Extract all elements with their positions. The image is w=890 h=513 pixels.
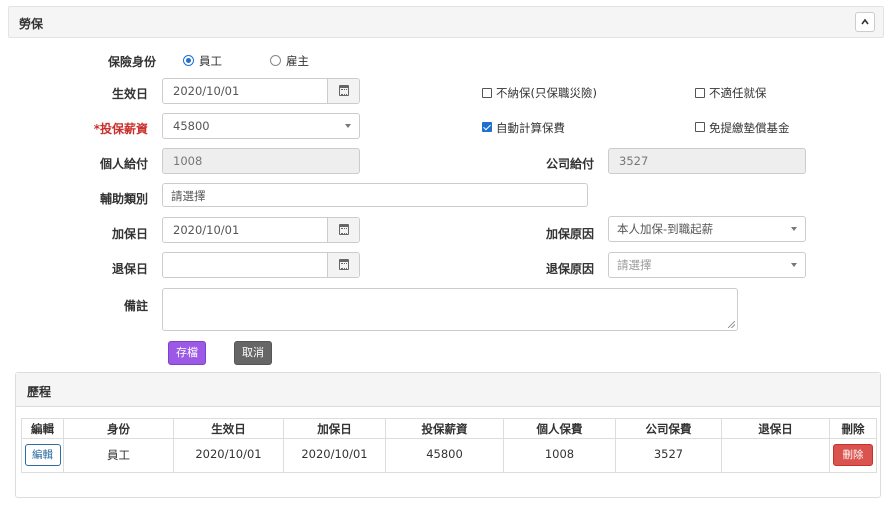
- calendar-icon: [339, 259, 349, 270]
- cancel-button[interactable]: 取消: [234, 341, 272, 365]
- history-title: 歷程: [27, 385, 52, 399]
- column-header: 編輯: [21, 418, 64, 439]
- column-header: 刪除: [829, 418, 877, 439]
- cell-identity: 員工: [63, 438, 174, 473]
- subsidy-select[interactable]: 請選擇: [162, 183, 588, 207]
- delete-button[interactable]: 刪除: [833, 444, 873, 466]
- cell-personal-premium: 1008: [503, 438, 616, 473]
- enroll-reason-label: 加保原因: [545, 227, 594, 241]
- effective-date-input[interactable]: 2020/10/01: [162, 78, 360, 104]
- calendar-button[interactable]: [327, 218, 359, 242]
- not-employment-checkbox[interactable]: [695, 88, 705, 98]
- auto-calc-label: 自動計算保費: [496, 121, 565, 135]
- salary-select[interactable]: 45800: [162, 113, 360, 139]
- column-header: 生效日: [173, 418, 284, 439]
- labor-insurance-panel-header: 勞保: [8, 6, 884, 38]
- cell-withdraw-date: [721, 438, 830, 473]
- history-panel: 歷程 編輯 身份 生效日 加保日 投保薪資 個人保費 公司保費 退保日 刪除 編…: [15, 372, 881, 498]
- chevron-up-icon[interactable]: [855, 12, 875, 32]
- effective-date-label: 生效日: [111, 87, 148, 101]
- withdraw-reason-label: 退保原因: [545, 262, 594, 276]
- withdraw-date-label: 退保日: [111, 262, 148, 276]
- history-table: 編輯 身份 生效日 加保日 投保薪資 個人保費 公司保費 退保日 刪除 編輯 員…: [21, 418, 877, 473]
- resize-grip-icon[interactable]: [728, 321, 735, 328]
- enroll-reason-select[interactable]: 本人加保-到職起薪: [608, 216, 806, 242]
- column-header: 身份: [63, 418, 174, 439]
- calendar-icon: [339, 224, 349, 235]
- not-employment-label: 不適任就保: [709, 86, 767, 100]
- radio-employer[interactable]: [270, 55, 281, 66]
- enroll-date-label: 加保日: [111, 227, 148, 241]
- table-header-row: 編輯 身份 生效日 加保日 投保薪資 個人保費 公司保費 退保日 刪除: [21, 418, 877, 439]
- column-header: 投保薪資: [385, 418, 504, 439]
- radio-employee-label: 員工: [199, 54, 222, 68]
- subsidy-label: 輔助類別: [99, 192, 148, 206]
- radio-employee[interactable]: [183, 55, 194, 66]
- calendar-button[interactable]: [327, 253, 359, 277]
- company-pay-label: 公司給付: [545, 157, 594, 171]
- cell-company-premium: 3527: [615, 438, 722, 473]
- column-header: 公司保費: [615, 418, 722, 439]
- calendar-icon: [339, 85, 349, 96]
- auto-calc-checkbox[interactable]: [482, 122, 492, 132]
- radio-employer-label: 雇主: [286, 54, 309, 68]
- edit-button[interactable]: 編輯: [24, 444, 61, 466]
- withdraw-reason-select[interactable]: 請選擇: [608, 252, 806, 278]
- cell-salary: 45800: [385, 438, 504, 473]
- column-header: 加保日: [283, 418, 386, 439]
- cell-enroll-date: 2020/10/01: [283, 438, 386, 473]
- identity-label: 保險身份: [107, 55, 156, 69]
- chevron-down-icon: [345, 124, 351, 128]
- salary-label: *投保薪資: [93, 122, 148, 136]
- cell-effective-date: 2020/10/01: [173, 438, 284, 473]
- chevron-down-icon: [791, 263, 797, 267]
- column-header: 個人保費: [503, 418, 616, 439]
- withdraw-date-input[interactable]: [162, 252, 360, 278]
- no-insurance-checkbox[interactable]: [482, 88, 492, 98]
- personal-pay-label: 個人給付: [99, 157, 148, 171]
- exempt-fund-checkbox[interactable]: [695, 122, 705, 132]
- personal-pay-field: 1008: [162, 148, 360, 174]
- calendar-button[interactable]: [327, 79, 359, 103]
- column-header: 退保日: [721, 418, 830, 439]
- exempt-fund-label: 免提繳墊償基金: [709, 121, 790, 135]
- save-button[interactable]: 存檔: [168, 341, 206, 365]
- company-pay-field: 3527: [608, 148, 806, 174]
- no-insurance-label: 不納保(只保職災險): [496, 86, 597, 100]
- note-label: 備註: [123, 299, 148, 313]
- note-textarea[interactable]: [162, 288, 738, 331]
- history-header: 歷程: [16, 373, 880, 407]
- chevron-down-icon: [791, 227, 797, 231]
- table-row: 編輯 員工 2020/10/01 2020/10/01 45800 1008 3…: [21, 438, 877, 473]
- panel-title: 勞保: [19, 17, 44, 31]
- enroll-date-input[interactable]: 2020/10/01: [162, 217, 360, 243]
